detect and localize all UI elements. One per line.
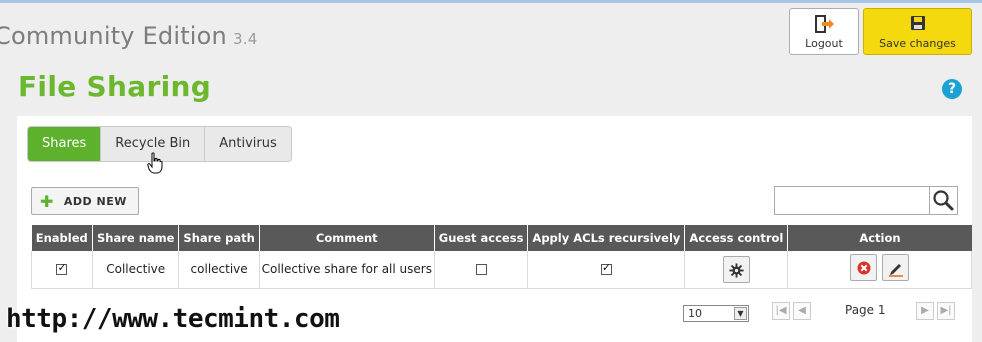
- edition-label: Community Edition: [0, 22, 227, 50]
- guest-access-checkbox[interactable]: [475, 264, 487, 276]
- search-icon: [933, 190, 954, 211]
- cell-guest-access: [434, 251, 529, 289]
- help-icon[interactable]: ?: [942, 79, 962, 99]
- tab-antivirus[interactable]: Antivirus: [205, 127, 291, 161]
- column-header-share-path[interactable]: Share path: [178, 225, 260, 251]
- first-page-button[interactable]: |◀: [772, 302, 790, 320]
- column-header-apply-acls[interactable]: Apply ACLs recursively: [527, 225, 686, 251]
- product-edition: Community Edition 3.4: [0, 22, 257, 50]
- cell-apply-acls: [527, 251, 686, 289]
- cell-action: [787, 251, 972, 289]
- add-new-button[interactable]: ✚ ADD NEW: [31, 187, 139, 215]
- table-row: Collective collective Collective share f…: [31, 251, 972, 289]
- first-page-icon: |◀: [775, 305, 787, 316]
- last-page-button[interactable]: ▶|: [937, 302, 955, 320]
- gear-icon: [729, 263, 744, 278]
- page-indicator: Page 1: [845, 303, 886, 317]
- logout-button[interactable]: Logout: [789, 8, 859, 55]
- apply-acls-checkbox[interactable]: [600, 261, 612, 276]
- column-header-enabled[interactable]: Enabled: [31, 225, 93, 251]
- delete-button[interactable]: [850, 254, 878, 282]
- column-header-access-control[interactable]: Access control: [684, 225, 789, 251]
- cell-share-path: collective: [178, 251, 260, 289]
- cell-share-name: Collective: [92, 251, 180, 289]
- logout-icon: [790, 15, 858, 33]
- shares-table: Enabled Share name Share path Comment Gu…: [31, 225, 972, 289]
- access-control-button[interactable]: [722, 255, 750, 283]
- next-page-button[interactable]: ▶: [916, 302, 934, 320]
- column-header-comment[interactable]: Comment: [259, 225, 435, 251]
- save-changes-label: Save changes: [879, 37, 956, 50]
- cell-enabled: [31, 251, 93, 289]
- search-input[interactable]: [774, 186, 930, 215]
- top-border: [0, 0, 982, 3]
- column-header-share-name[interactable]: Share name: [92, 225, 180, 251]
- cell-comment: Collective share for all users: [259, 251, 435, 289]
- floppy-disk-icon: [864, 15, 971, 33]
- search-button[interactable]: [929, 186, 958, 215]
- page-size-select[interactable]: 10 ▼: [683, 305, 749, 322]
- plus-icon: ✚: [40, 191, 54, 211]
- logout-label: Logout: [805, 37, 843, 50]
- cell-access-control: [684, 251, 789, 289]
- edit-button[interactable]: [882, 254, 910, 282]
- chevron-left-icon: ◀: [798, 305, 806, 316]
- add-new-label: ADD NEW: [63, 194, 127, 208]
- hand-cursor-icon: [147, 152, 163, 174]
- chevron-down-icon: ▼: [734, 307, 747, 320]
- page-size-value: 10: [688, 307, 702, 320]
- pencil-icon: [888, 264, 903, 277]
- column-header-guest-access[interactable]: Guest access: [434, 225, 529, 251]
- chevron-right-icon: ▶: [921, 305, 929, 316]
- version-label: 3.4: [232, 30, 258, 48]
- enabled-checkbox[interactable]: [56, 261, 68, 276]
- delete-icon: [857, 261, 871, 275]
- watermark-url: http://www.tecmint.com: [6, 304, 340, 334]
- save-changes-button[interactable]: Save changes: [863, 8, 972, 55]
- tab-shares[interactable]: Shares: [28, 127, 102, 161]
- prev-page-button[interactable]: ◀: [793, 302, 811, 320]
- page-title: File Sharing: [18, 70, 212, 103]
- last-page-icon: ▶|: [940, 305, 952, 316]
- column-header-action: Action: [787, 225, 972, 251]
- table-header-row: Enabled Share name Share path Comment Gu…: [31, 225, 972, 251]
